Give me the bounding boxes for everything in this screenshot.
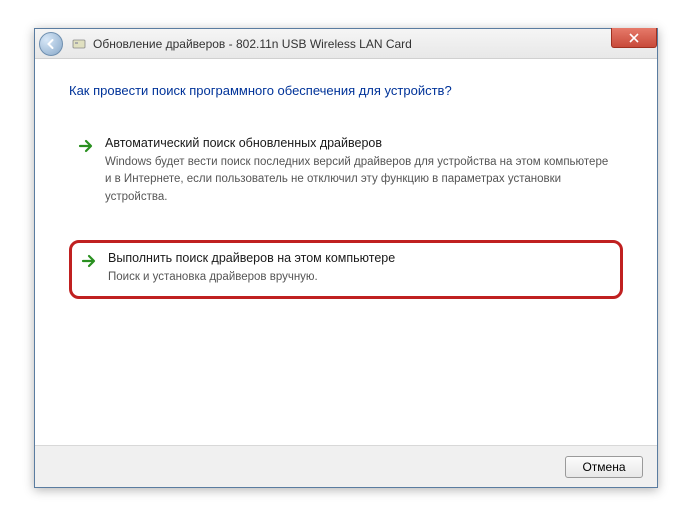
page-heading: Как провести поиск программного обеспече… (69, 83, 623, 98)
option-browse-computer[interactable]: Выполнить поиск драйверов на этом компью… (69, 240, 623, 299)
titlebar: Обновление драйверов - 802.11n USB Wirel… (35, 29, 657, 59)
option-auto-search[interactable]: Автоматический поиск обновленных драйвер… (69, 126, 623, 218)
cancel-button[interactable]: Отмена (565, 456, 643, 478)
close-icon (629, 33, 639, 43)
arrow-right-icon (77, 137, 95, 155)
title-device: 802.11n USB Wireless LAN Card (236, 37, 412, 51)
title-prefix: Обновление драйверов (93, 37, 225, 51)
arrow-right-icon (80, 252, 98, 270)
back-arrow-icon (45, 38, 57, 50)
option-desc: Windows будет вести поиск последних верс… (105, 154, 615, 206)
option-body: Выполнить поиск драйверов на этом компью… (108, 251, 612, 286)
option-title: Выполнить поиск драйверов на этом компью… (108, 251, 612, 265)
back-button[interactable] (39, 32, 63, 56)
device-icon (71, 36, 87, 52)
option-desc: Поиск и установка драйверов вручную. (108, 269, 612, 286)
content-area: Как провести поиск программного обеспече… (35, 59, 657, 299)
driver-update-dialog: Обновление драйверов - 802.11n USB Wirel… (34, 28, 658, 488)
option-title: Автоматический поиск обновленных драйвер… (105, 136, 615, 150)
dialog-footer: Отмена (35, 445, 657, 487)
close-button[interactable] (611, 28, 657, 48)
option-body: Автоматический поиск обновленных драйвер… (105, 136, 615, 206)
window-title: Обновление драйверов - 802.11n USB Wirel… (93, 37, 653, 51)
